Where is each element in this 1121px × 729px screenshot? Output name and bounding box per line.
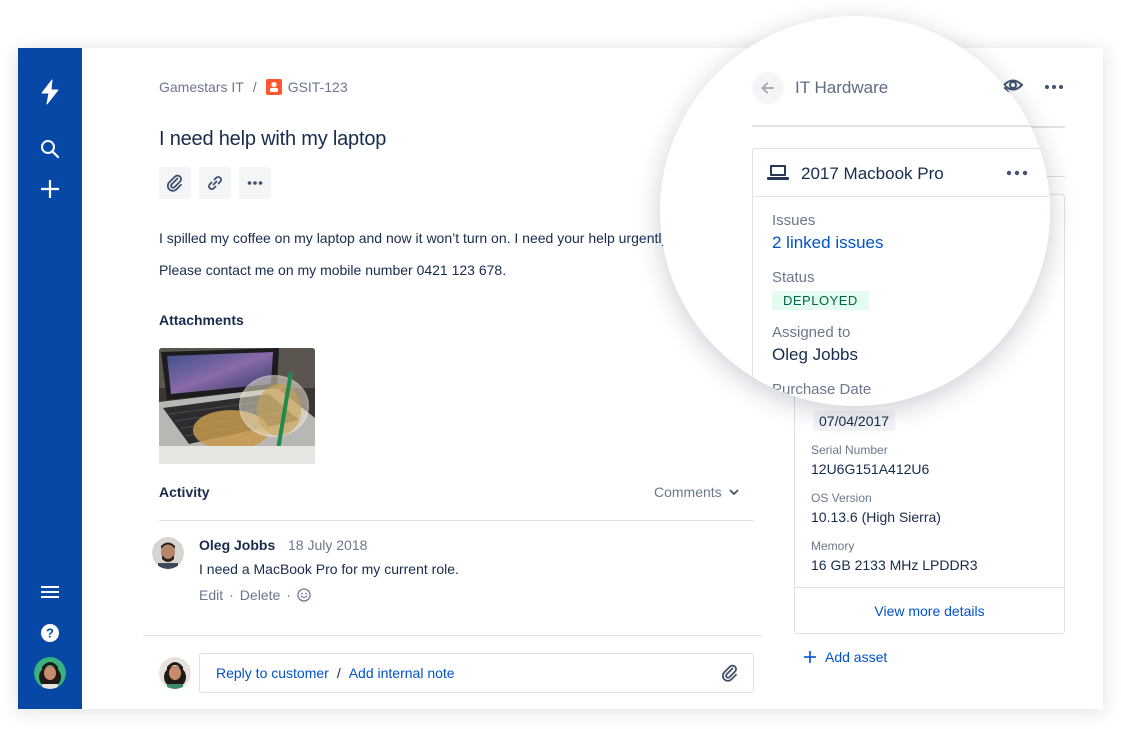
breadcrumb-separator: / [252,79,257,95]
more-actions-button[interactable] [239,167,271,199]
reply-to-customer-link[interactable]: Reply to customer [216,665,329,681]
emoji-icon[interactable] [297,588,311,602]
plus-icon [804,651,816,663]
description-paragraph: Please contact me on my mobile number 04… [159,262,507,278]
assigned-to-label: Assigned to [772,324,851,341]
asset-detail-card: 2017 Macbook Pro Issues 2 linked issues … [752,148,1050,406]
back-button[interactable] [752,72,784,104]
laptop-icon [767,164,789,187]
help-icon[interactable]: ? [34,617,66,649]
purchase-date-value: 07/04/2017 [813,411,896,431]
breadcrumb-issue-key[interactable]: GSIT-123 [288,79,348,95]
svg-text:?: ? [46,626,54,641]
add-asset-button[interactable]: Add asset [804,649,887,665]
composer-attach-button[interactable] [721,664,739,685]
memory-value: 16 GB 2133 MHz LPDDR3 [811,557,978,573]
comment-actions: Edit · Delete · [199,587,311,603]
activity-filter-label: Comments [654,484,722,500]
comment-edit-link[interactable]: Edit [199,587,223,603]
link-icon [208,176,222,190]
breadcrumb: Gamestars IT / GSIT-123 [159,79,348,95]
breadcrumb-project[interactable]: Gamestars IT [159,79,244,95]
assigned-to-value: Oleg Jobbs [772,345,858,364]
eye-icon [1003,82,1025,94]
comment-author[interactable]: Oleg Jobbs [199,537,275,553]
search-icon[interactable] [34,133,66,165]
issue-title[interactable]: I need help with my laptop [159,128,386,151]
linked-issues-link[interactable]: 2 linked issues [772,233,884,253]
attach-button[interactable] [159,167,191,199]
issues-label: Issues [772,212,816,229]
watch-button[interactable] [1003,77,1025,104]
action-separator: · [286,587,291,603]
asset-card-header: 2017 Macbook Pro [753,149,1050,197]
panel-title: IT Hardware [795,78,889,97]
arrow-left-icon [761,82,774,94]
asset-name[interactable]: 2017 Macbook Pro [801,164,944,184]
comment-delete-link[interactable]: Delete [240,587,280,603]
jira-logo-icon[interactable] [34,76,66,108]
more-icon [1006,170,1028,176]
view-more-details-link[interactable]: View more details [795,603,1064,619]
os-version-value: 10.13.6 (High Sierra) [811,509,941,525]
paperclip-icon [721,664,737,682]
serial-number-label: Serial Number [811,443,888,457]
chevron-down-icon [729,489,739,495]
status-label: Status [772,269,815,286]
attachments-heading: Attachments [159,312,244,328]
menu-icon[interactable] [34,576,66,608]
description-paragraph: I spilled my coffee on my laptop and now… [159,230,672,246]
serial-number-value: 12U6G151A412U6 [811,461,930,477]
create-icon[interactable] [34,173,66,205]
issue-description[interactable]: I spilled my coffee on my laptop and now… [159,228,719,292]
current-user-avatar [159,657,191,689]
composer-separator: / [336,665,341,681]
divider [752,125,1050,127]
issue-type-icon [265,79,282,95]
paperclip-icon [166,174,182,192]
divider [159,520,754,521]
activity-heading: Activity [159,484,210,500]
divider [143,635,762,636]
global-sidebar: ? [18,48,82,709]
issue-toolbar [159,167,271,199]
asset-more-button[interactable] [1005,165,1029,186]
divider [795,587,1064,588]
memory-label: Memory [811,539,855,553]
os-version-label: OS Version [811,491,872,505]
add-internal-note-link[interactable]: Add internal note [349,665,455,681]
comment-body: I need a MacBook Pro for my current role… [199,561,459,577]
add-asset-label: Add asset [825,649,888,665]
more-icon [247,181,263,185]
action-separator: · [229,587,234,603]
comment-date: 18 July 2018 [288,537,368,553]
status-badge: DEPLOYED [772,291,869,310]
purchase-date-label: Purchase Date [772,381,872,398]
comment-author-avatar[interactable] [152,537,184,569]
profile-avatar[interactable] [34,657,66,689]
link-issue-button[interactable] [199,167,231,199]
magnifier-callout: IT Hardware 2017 Macbook Pro Issues 2 li… [660,16,1050,406]
attachment-thumbnail[interactable] [159,348,315,464]
comment-composer[interactable]: Reply to customer / Add internal note [199,653,754,693]
activity-filter-dropdown[interactable]: Comments [654,484,740,500]
